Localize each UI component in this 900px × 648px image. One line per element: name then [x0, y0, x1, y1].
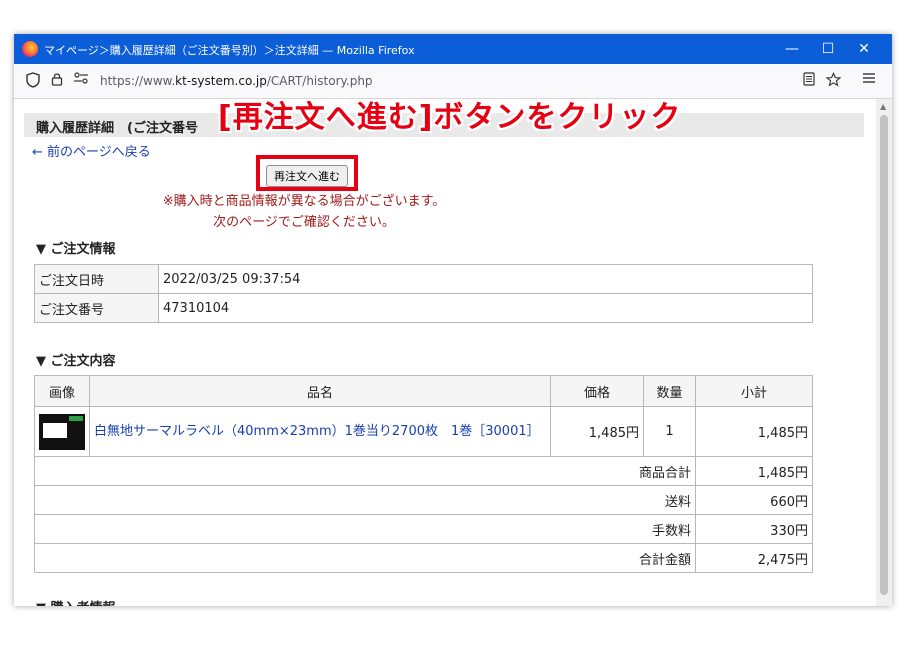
summary-value-goods: 1,485円: [695, 456, 813, 486]
order-number-value: 47310104: [158, 293, 813, 323]
summary-label-total: 合計金額: [34, 543, 696, 573]
url-bar[interactable]: https://www.kt-system.co.jp/CART/history…: [100, 74, 373, 88]
thumbnail-badge-shape: [69, 415, 83, 421]
product-subtotal: 1,485円: [695, 406, 813, 457]
order-info-table: ご注文日時 2022/03/25 09:37:54 ご注文番号 47310104: [34, 264, 813, 323]
order-date-value: 2022/03/25 09:37:54: [158, 264, 813, 294]
summary-row: 合計金額 2,475円: [34, 543, 813, 573]
table-row: ご注文番号 47310104: [34, 293, 813, 323]
table-row: ご注文日時 2022/03/25 09:37:54: [34, 264, 813, 294]
buyer-info-heading: ▼ 購入者情報: [36, 597, 116, 606]
product-name-cell: 白無地サーマルラベル（40mm×23mm）1巻当り2700枚 1巻［30001］: [89, 406, 551, 457]
title-bar: マイページ＞購入履歴詳細（ご注文番号別）＞注文詳細 — Mozilla Fire…: [14, 34, 892, 64]
page-title: 購入履歴詳細 (ご注文番号: [36, 121, 198, 136]
table-header-row: 画像 品名 価格 数量 小計: [34, 375, 813, 407]
order-date-label: ご注文日時: [34, 264, 159, 294]
thumbnail-label-shape: [43, 422, 67, 438]
order-number-label: ご注文番号: [34, 293, 159, 323]
permissions-icon[interactable]: [72, 72, 90, 90]
firefox-logo-icon: [22, 41, 38, 57]
order-contents-heading: ▼ ご注文内容: [36, 354, 116, 369]
shield-icon[interactable]: [24, 72, 42, 90]
notice-text: ※購入時と商品情報が異なる場合がございます。 次のページでご確認ください。: [134, 191, 474, 233]
scrollbar-thumb[interactable]: [880, 115, 888, 595]
lock-icon[interactable]: [48, 72, 66, 90]
vertical-scrollbar[interactable]: ▲: [876, 99, 892, 606]
summary-value-fee: 330円: [695, 514, 813, 544]
column-header-image: 画像: [34, 375, 90, 407]
summary-row: 送料 660円: [34, 485, 813, 515]
summary-label-fee: 手数料: [34, 514, 696, 544]
page-content: 購入履歴詳細 (ご注文番号 ← 前のページへ戻る 再注文へ進む ※購入時と商品情…: [14, 99, 876, 606]
column-header-qty: 数量: [643, 375, 696, 407]
product-price: 1,485円: [550, 406, 644, 457]
back-link[interactable]: ← 前のページへ戻る: [32, 141, 151, 160]
summary-value-shipping: 660円: [695, 485, 813, 515]
order-contents-table: 画像 品名 価格 数量 小計 白無地サーマルラベル（40mm×23mm）1巻当り…: [34, 375, 813, 573]
product-thumbnail[interactable]: [39, 413, 85, 450]
column-header-subtotal: 小計: [695, 375, 813, 407]
product-link[interactable]: 白無地サーマルラベル（40mm×23mm）1巻当り2700枚 1巻［30001］: [94, 424, 540, 439]
bookmark-star-icon[interactable]: [824, 72, 842, 90]
reader-view-icon[interactable]: [800, 72, 818, 90]
summary-label-shipping: 送料: [34, 485, 696, 515]
product-image-cell: [34, 406, 90, 457]
menu-icon[interactable]: [860, 72, 878, 90]
maximize-button[interactable]: ☐: [818, 39, 838, 59]
product-qty: 1: [643, 406, 696, 457]
url-domain: kt-system.co.jp: [175, 74, 267, 88]
summary-row: 手数料 330円: [34, 514, 813, 544]
scroll-up-arrow-icon[interactable]: ▲: [880, 102, 886, 111]
column-header-name: 品名: [89, 375, 551, 407]
close-button[interactable]: ✕: [854, 39, 874, 59]
instruction-caption: [再注文へ進む]ボタンをクリック: [218, 100, 682, 135]
url-path: /CART/history.php: [266, 74, 373, 88]
summary-value-total: 2,475円: [695, 543, 813, 573]
notice-line-2: 次のページでご確認ください。: [213, 215, 395, 230]
url-prefix: https://www.: [100, 74, 176, 88]
window-title: マイページ＞購入履歴詳細（ご注文番号別）＞注文詳細 — Mozilla Fire…: [44, 44, 415, 57]
order-info-heading: ▼ ご注文情報: [36, 242, 116, 257]
column-header-price: 価格: [550, 375, 644, 407]
notice-line-1: ※購入時と商品情報が異なる場合がございます。: [162, 194, 446, 209]
summary-label-goods: 商品合計: [34, 456, 696, 486]
summary-row: 商品合計 1,485円: [34, 456, 813, 486]
minimize-button[interactable]: —: [782, 39, 802, 59]
reorder-button-highlight: [256, 155, 358, 191]
table-row: 白無地サーマルラベル（40mm×23mm）1巻当り2700枚 1巻［30001］…: [34, 406, 813, 457]
